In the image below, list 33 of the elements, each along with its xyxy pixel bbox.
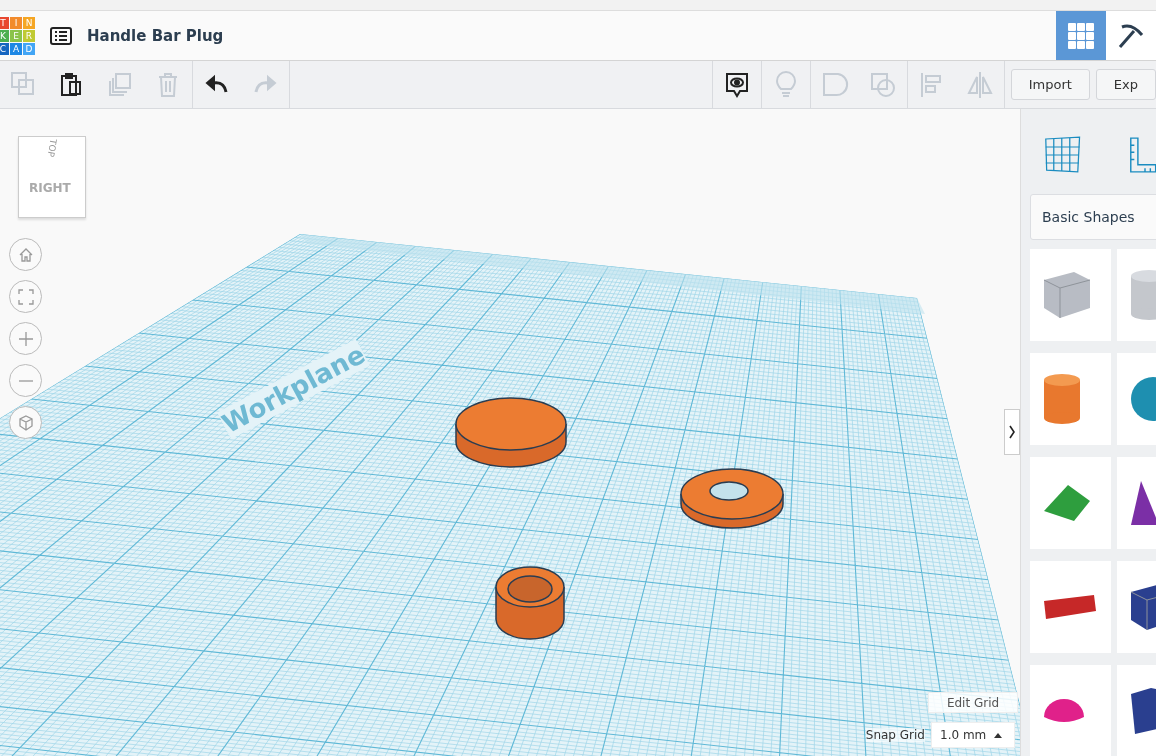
box-hole-shape-icon bbox=[1044, 272, 1090, 318]
caret-icon bbox=[994, 732, 1003, 738]
chevron-right-icon bbox=[1008, 424, 1016, 440]
roof-shape-icon bbox=[1044, 485, 1090, 521]
logo: T I N K E R C A D bbox=[0, 16, 35, 55]
zoom-out-icon[interactable] bbox=[9, 364, 42, 397]
export-button[interactable]: Exp bbox=[1095, 69, 1156, 100]
snap-grid-label: Snap Grid bbox=[865, 728, 925, 742]
edit-grid-button[interactable]: Edit Grid bbox=[928, 692, 1018, 713]
design-title[interactable]: Handle Bar Plug bbox=[87, 26, 224, 45]
shape-tile[interactable] bbox=[1030, 249, 1111, 341]
shape-tile[interactable] bbox=[1030, 665, 1111, 756]
workplane-icon[interactable] bbox=[1044, 134, 1082, 176]
shape-category-dropdown[interactable]: Basic Shapes bbox=[1030, 194, 1156, 240]
collapse-panel-button[interactable] bbox=[1004, 409, 1020, 455]
pickaxe-view-button[interactable] bbox=[1106, 11, 1156, 60]
cone-shape-icon bbox=[1131, 481, 1156, 525]
text-shape-icon bbox=[1044, 595, 1096, 619]
half-sphere-shape-icon bbox=[1044, 699, 1084, 723]
shape-tile[interactable] bbox=[1030, 353, 1111, 445]
snap-grid-dropdown[interactable]: 1.0 mm bbox=[931, 722, 1015, 748]
zoom-in-icon[interactable] bbox=[9, 322, 42, 355]
shape-tile[interactable] bbox=[1030, 457, 1111, 549]
tube-drawing[interactable] bbox=[494, 565, 566, 641]
shape-tile[interactable] bbox=[1030, 561, 1111, 653]
home-icon[interactable] bbox=[9, 238, 42, 271]
ruler-icon[interactable] bbox=[1129, 134, 1156, 176]
fit-view-icon[interactable] bbox=[9, 280, 42, 313]
prism-shape-icon bbox=[1131, 688, 1156, 734]
grid-icon bbox=[1068, 22, 1094, 49]
design-list-icon[interactable] bbox=[50, 26, 72, 45]
import-button[interactable]: Import bbox=[1010, 69, 1090, 100]
cylinder-shape-icon bbox=[1044, 374, 1080, 424]
